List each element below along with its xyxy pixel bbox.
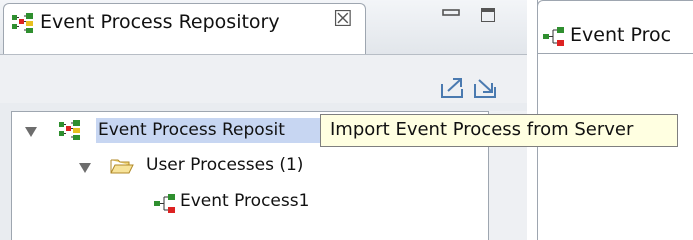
repository-icon <box>59 120 80 140</box>
event-process-icon <box>154 194 175 213</box>
tree-item-event-process1[interactable]: Event Process1 <box>180 191 309 211</box>
tree-item-user-processes[interactable]: User Processes (1) <box>146 155 303 175</box>
import-from-server-icon[interactable] <box>473 77 499 99</box>
maximize-icon[interactable] <box>481 8 495 22</box>
editor-tab-label: Event Proc <box>570 24 672 46</box>
expand-toggle-icon[interactable] <box>79 163 91 173</box>
export-to-server-icon[interactable] <box>440 77 466 99</box>
expand-toggle-icon[interactable] <box>25 127 37 137</box>
minimize-icon[interactable] <box>442 7 460 21</box>
close-icon[interactable]: ☒ <box>333 9 353 31</box>
tree-item-label: Event Process Reposit <box>98 120 285 140</box>
tooltip-text: Import Event Process from Server <box>330 119 634 140</box>
repository-icon <box>12 13 33 33</box>
tab-label: Event Process Repository <box>40 11 280 33</box>
folder-open-icon <box>110 159 134 174</box>
event-process-icon <box>543 27 564 46</box>
